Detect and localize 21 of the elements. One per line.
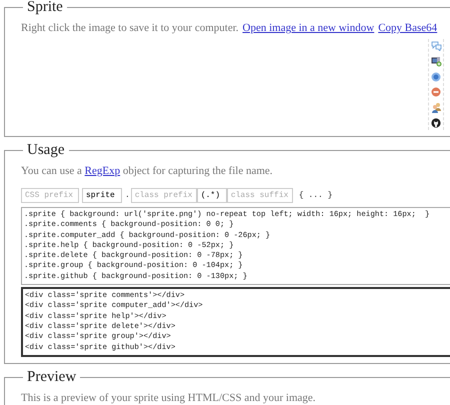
separator-text: { ... } (298, 191, 332, 200)
link[interactable]: RegExp (84, 165, 120, 177)
section-legend: Sprite (23, 0, 67, 15)
section-legend: Preview (23, 370, 80, 385)
instructions-text: Right click the image to save it to your computer. (21, 22, 239, 34)
link[interactable]: Open image in a new window (242, 22, 374, 34)
computer-add-icon (430, 56, 442, 67)
cat-silhouette-icon (431, 118, 441, 128)
minus-circle-icon (431, 87, 441, 97)
link[interactable]: Copy Base64 (378, 22, 438, 34)
preview-description: This is a preview of your sprite using HTML/CSS and your image. (21, 390, 317, 405)
text-input-field[interactable]: (.*) (196, 188, 227, 203)
section-legend: Usage (23, 143, 68, 158)
text-input-field[interactable]: sprite (82, 188, 122, 203)
speech-bubbles-icon (430, 41, 442, 51)
people-icon (430, 102, 442, 113)
separator-text: . (125, 191, 130, 200)
text-input-field[interactable]: CSS prefix (21, 188, 79, 203)
text-input-field[interactable]: class prefix (130, 188, 197, 203)
intro-text: You can use a RegExp object for capturing the file name. (21, 164, 274, 178)
text-input-field[interactable]: class suffix (226, 188, 293, 203)
